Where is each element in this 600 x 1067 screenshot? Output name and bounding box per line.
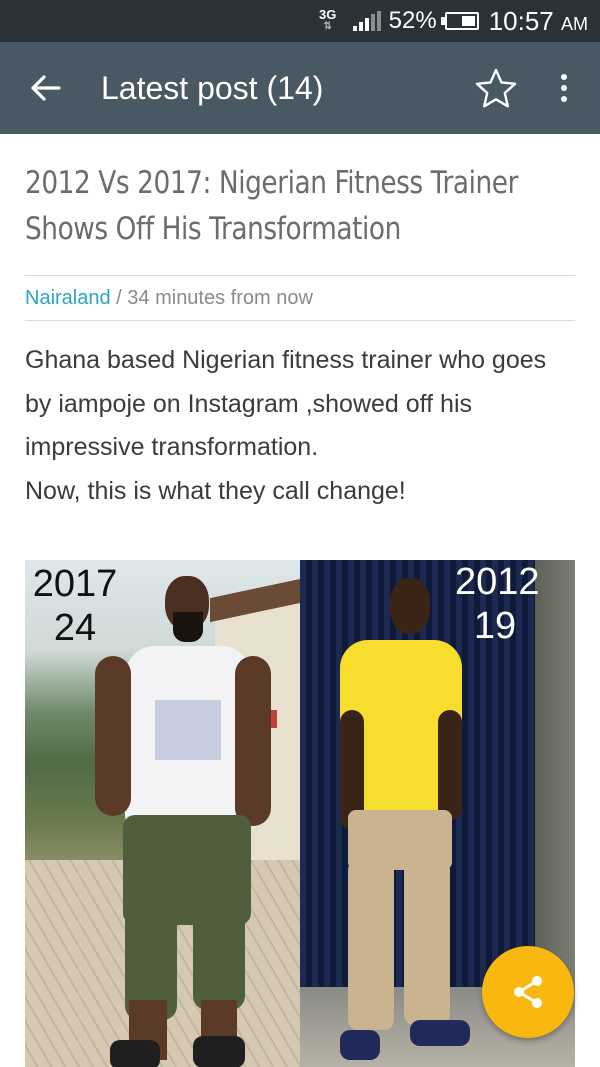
- meta-separator: /: [110, 286, 128, 309]
- clock-suffix: AM: [561, 13, 588, 34]
- photo-2017-panel: 2017 24: [25, 560, 300, 1067]
- photo-year: 2012: [455, 561, 540, 603]
- more-options-button[interactable]: [544, 60, 584, 116]
- battery-percent: 52%: [388, 7, 437, 34]
- photo-label-2012: 2012 19: [455, 560, 540, 648]
- article-paragraph: Now, this is what they call change!: [25, 476, 406, 505]
- article-meta: Nairaland / 34 minutes from now: [25, 275, 575, 321]
- source-link[interactable]: Nairaland: [25, 287, 111, 310]
- photo-label-2017: 2017 24: [31, 562, 119, 650]
- favorite-button[interactable]: [468, 60, 524, 116]
- article: 2012 Vs 2017: Nigerian Fitness Trainer S…: [25, 134, 575, 513]
- share-button[interactable]: [482, 946, 574, 1038]
- status-bar: 3G ⇅ 52% 10:57 AM: [0, 0, 600, 42]
- battery-icon: [440, 12, 479, 30]
- photo-age: 19: [473, 605, 517, 647]
- clock-time: 10:57: [488, 5, 554, 36]
- more-vert-icon: [561, 74, 567, 80]
- network-type: 3G: [318, 7, 337, 22]
- post-time: 34 minutes from now: [127, 286, 313, 309]
- photo-age: 24: [53, 607, 97, 649]
- app-bar: Latest post (14): [0, 42, 600, 134]
- clock: 10:57 AM: [489, 6, 588, 37]
- article-paragraph: Ghana based Nigerian fitness trainer who…: [25, 346, 547, 461]
- network-indicator: 3G ⇅: [317, 7, 339, 33]
- photo-year: 2017: [32, 563, 118, 605]
- signal-icon: [352, 11, 381, 31]
- data-arrows-icon: ⇅: [323, 21, 332, 32]
- page-title: Latest post (14): [101, 69, 324, 106]
- arrow-left-icon: [31, 75, 61, 101]
- article-body: Ghana based Nigerian fitness trainer who…: [25, 339, 575, 513]
- star-outline-icon: [475, 68, 517, 108]
- article-title: 2012 Vs 2017: Nigerian Fitness Trainer S…: [25, 165, 518, 247]
- share-icon: [514, 976, 542, 1008]
- back-button[interactable]: [16, 58, 76, 118]
